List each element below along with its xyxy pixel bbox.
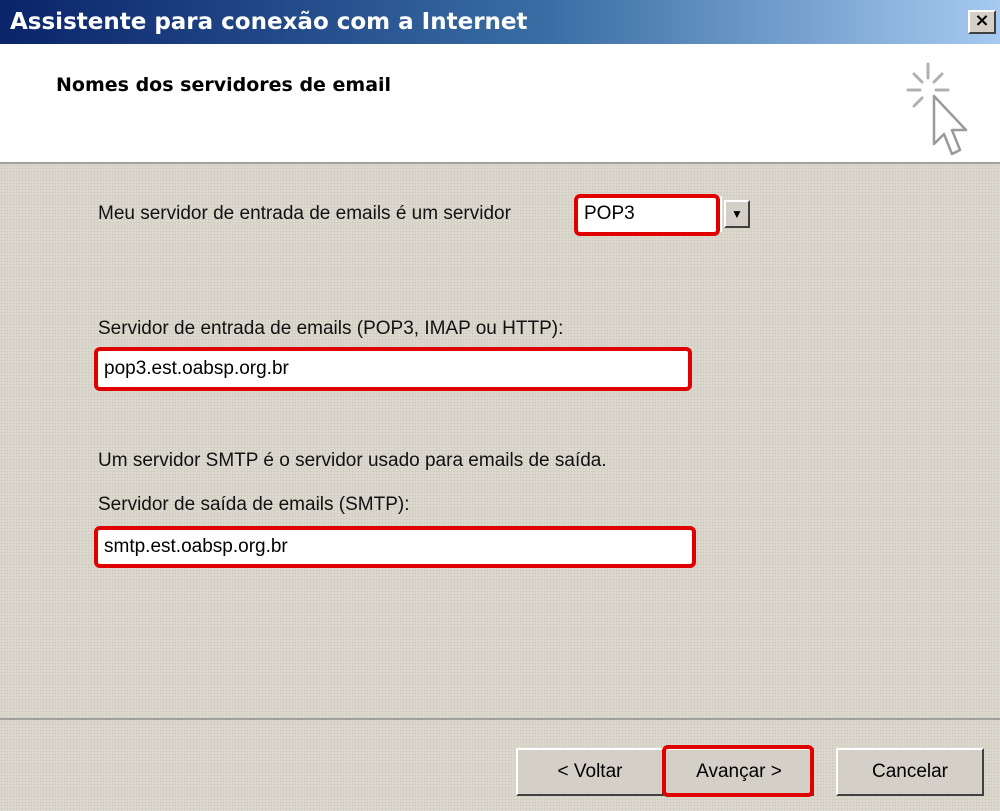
outgoing-server-label: Servidor de saída de emails (SMTP): — [98, 494, 410, 515]
dropdown-button[interactable]: ▼ — [724, 200, 750, 228]
close-icon: × — [974, 10, 990, 31]
next-button[interactable]: Avançar > — [664, 748, 814, 796]
smtp-info-text: Um servidor SMTP é o servidor usado para… — [98, 450, 607, 471]
title-bar: Assistente para conexão com a Internet × — [0, 0, 1000, 44]
cancel-button[interactable]: Cancelar — [836, 748, 984, 796]
window-title: Assistente para conexão com a Internet — [10, 9, 528, 35]
wizard-header: Nomes dos servidores de email — [0, 44, 1000, 164]
wizard-content — [0, 164, 1000, 718]
outgoing-server-input[interactable]: smtp.est.oabsp.org.br — [96, 528, 694, 566]
page-title: Nomes dos servidores de email — [56, 74, 392, 96]
incoming-server-input[interactable]: pop3.est.oabsp.org.br — [96, 349, 690, 389]
incoming-type-value[interactable]: POP3 — [574, 196, 722, 232]
incoming-server-label: Servidor de entrada de emails (POP3, IMA… — [98, 318, 564, 339]
back-button[interactable]: < Voltar — [516, 748, 664, 796]
chevron-down-icon: ▼ — [731, 207, 743, 221]
incoming-type-label: Meu servidor de entrada de emails é um s… — [98, 203, 511, 224]
cursor-sparkle-icon — [906, 62, 968, 156]
close-button[interactable]: × — [968, 10, 996, 34]
wizard-window: Assistente para conexão com a Internet ×… — [0, 0, 1000, 811]
incoming-type-select[interactable]: POP3 ▼ — [574, 196, 752, 232]
